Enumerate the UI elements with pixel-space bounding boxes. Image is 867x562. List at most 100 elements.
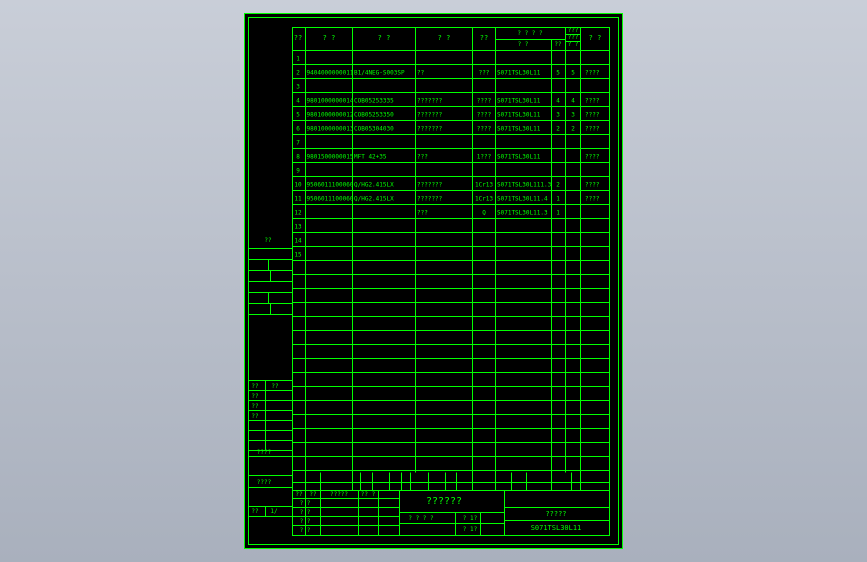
row-name: B1/4NEG-S003SP [354, 70, 405, 77]
sig-label: ?? [309, 491, 317, 498]
row-no: 1 [296, 56, 300, 63]
row-remark: ???? [585, 70, 600, 77]
row-qty: ???? [477, 112, 492, 119]
row-qty: ???? [477, 126, 492, 133]
row-no: 9 [296, 168, 300, 175]
scale-label: ? ? ? ? [408, 515, 434, 522]
row-qty-a: 3 [556, 112, 560, 119]
row-qty: ???? [477, 98, 492, 105]
row-code: 9506011100060 [307, 182, 354, 189]
side-bottom-right: 1/ [270, 508, 278, 515]
row-no: 7 [296, 140, 300, 147]
sig-label: ????? [330, 491, 348, 498]
side-label-top: ?? [264, 237, 272, 244]
row-ref: S071TSL30L11 [497, 154, 541, 161]
row-qty-b: 4 [571, 98, 575, 105]
row-spec: ??????? [417, 126, 443, 133]
side-mid-right: ?? [271, 383, 279, 390]
side-label-b: ???? [257, 479, 272, 486]
row-remark: ???? [585, 154, 600, 161]
row-name: Q/HG2.415LX [354, 196, 394, 203]
header-remark: ? ? [589, 34, 602, 42]
row-spec: ??? [417, 154, 428, 161]
bom-drawing: ??? ?? ?? ???? ? ? ?? ?????????? ?? ?12 9… [244, 13, 623, 549]
row-remark: ???? [585, 182, 600, 189]
side-mid-label: ?? [251, 383, 259, 390]
header-seq: ?? [294, 34, 302, 42]
row-code: 9404000000011 [307, 70, 354, 77]
row-code: 9801000000014 [307, 98, 354, 105]
row-spec: ??????? [417, 196, 443, 203]
row-qty-b: 3 [571, 112, 575, 119]
header-spec: ? ? [438, 34, 451, 42]
row-spec: ??????? [417, 98, 443, 105]
row-spec: ??????? [417, 182, 443, 189]
sig-row: ? ? [300, 500, 311, 507]
row-ref: S071TSL30L111.3 [497, 182, 552, 189]
row-no: 12 [294, 210, 302, 217]
row-qty-a: 1 [556, 210, 560, 217]
side-label-a: ???? [257, 449, 272, 456]
row-no: 8 [296, 154, 300, 161]
sig-label: ?? ? [361, 491, 376, 498]
row-remark: ???? [585, 98, 600, 105]
row-remark: ???? [585, 196, 600, 203]
sig-row: ? ? [300, 509, 311, 516]
row-ref: S071TSL30L11.3 [497, 210, 548, 217]
row-code: 9801000000012 [307, 112, 354, 119]
row-qty-a: 2 [556, 126, 560, 133]
row-qty: 1Cr13 [475, 182, 493, 189]
row-name: MFT 42+35 [354, 154, 387, 161]
row-no: 4 [296, 98, 300, 105]
side-bottom-left: ?? [251, 508, 259, 515]
row-ref: S071TSL30L11.4 [497, 196, 548, 203]
sig-label: ?? [295, 491, 303, 498]
row-ref: S071TSL30L11 [497, 98, 541, 105]
row-name: COB05253335 [354, 98, 394, 105]
sig-row: ? ? [300, 518, 311, 525]
row-qty-a: 2 [556, 182, 560, 189]
row-qty: 1Cr13 [475, 196, 493, 203]
side-mid-label: ?? [251, 403, 259, 410]
drawing-sheet: ??? ?? ?? ???? ? ? ?? ?????????? ?? ? 1 2 9… [244, 13, 623, 549]
row-no: 11 [294, 196, 302, 203]
row-name: COB05304030 [354, 126, 394, 133]
row-qty-a: 5 [556, 70, 560, 77]
drawing-name: ?????? [426, 496, 462, 507]
header-small-mid: ??? [568, 34, 579, 41]
row-no: 5 [296, 112, 300, 119]
row-no: 14 [294, 238, 302, 245]
row-no: 2 [296, 70, 300, 77]
header-group-a: ? ? [518, 41, 529, 48]
row-no: 6 [296, 126, 300, 133]
row-no: 15 [294, 252, 302, 259]
side-mid-label: ?? [251, 393, 259, 400]
header-name: ? ? [378, 34, 391, 42]
row-ref: S071TSL30L11 [497, 70, 541, 77]
row-spec: ??????? [417, 112, 443, 119]
header-group-b: ?? [554, 41, 562, 48]
row-qty-b: 5 [571, 70, 575, 77]
row-code: 9801000000013 [307, 126, 354, 133]
company-name: ????? [545, 510, 566, 518]
row-qty-a: 1 [556, 196, 560, 203]
row-qty: ??? [479, 70, 490, 77]
header-code: ? ? [323, 34, 336, 42]
header-qty: ?? [480, 34, 488, 42]
row-no: 13 [294, 224, 302, 231]
row-qty-b: 2 [571, 126, 575, 133]
row-code: 9801500000015 [307, 154, 354, 161]
header-small-top: ??? [568, 27, 579, 34]
drawing-number: S071TSL30L11 [531, 524, 582, 532]
sig-row: ? ? [300, 527, 311, 534]
row-name: Q/HG2.415LX [354, 182, 394, 189]
row-no: 3 [296, 84, 300, 91]
scale-label: ? 1? [463, 515, 478, 522]
row-ref: S071TSL30L11 [497, 112, 541, 119]
row-remark: ???? [585, 112, 600, 119]
row-code: 9506011100060 [307, 196, 354, 203]
row-spec: ?? [417, 70, 425, 77]
header-small-bot: ? ? [568, 41, 579, 48]
row-qty: 1??? [477, 154, 492, 161]
row-no: 10 [294, 182, 302, 189]
